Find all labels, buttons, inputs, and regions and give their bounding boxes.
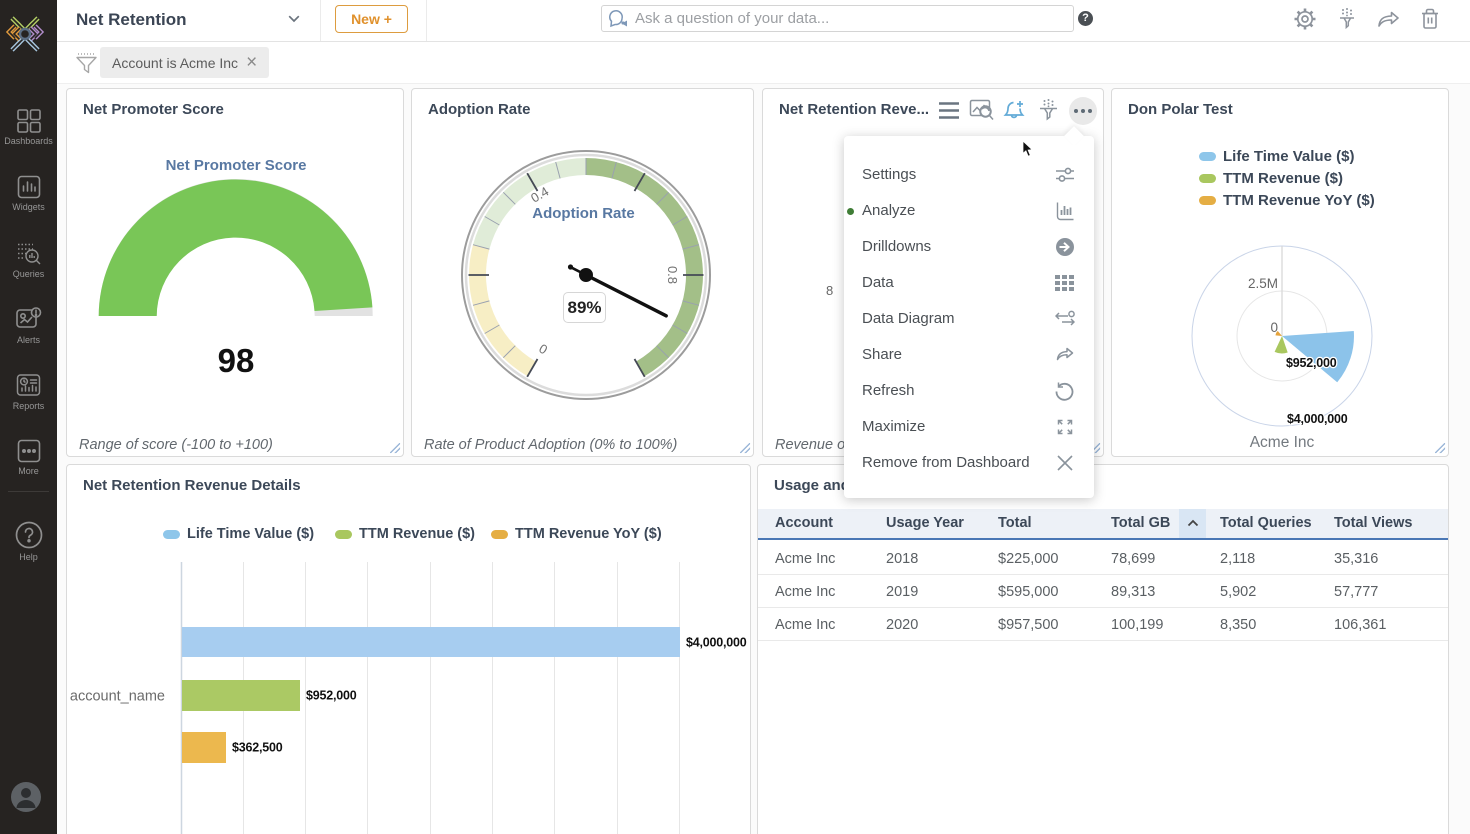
svg-text:$362,500: $362,500 (232, 741, 283, 755)
svg-text:2.5M: 2.5M (1248, 276, 1278, 291)
svg-text:$4,000,000: $4,000,000 (686, 636, 747, 650)
svg-text:0.8: 0.8 (665, 266, 680, 284)
svg-text:$952,000: $952,000 (1286, 356, 1337, 370)
svg-text:account_name: account_name (70, 689, 165, 705)
svg-text:Acme Inc: Acme Inc (1250, 434, 1315, 451)
svg-text:$952,000: $952,000 (306, 689, 357, 703)
svg-text:$4,000,000: $4,000,000 (1287, 412, 1348, 426)
